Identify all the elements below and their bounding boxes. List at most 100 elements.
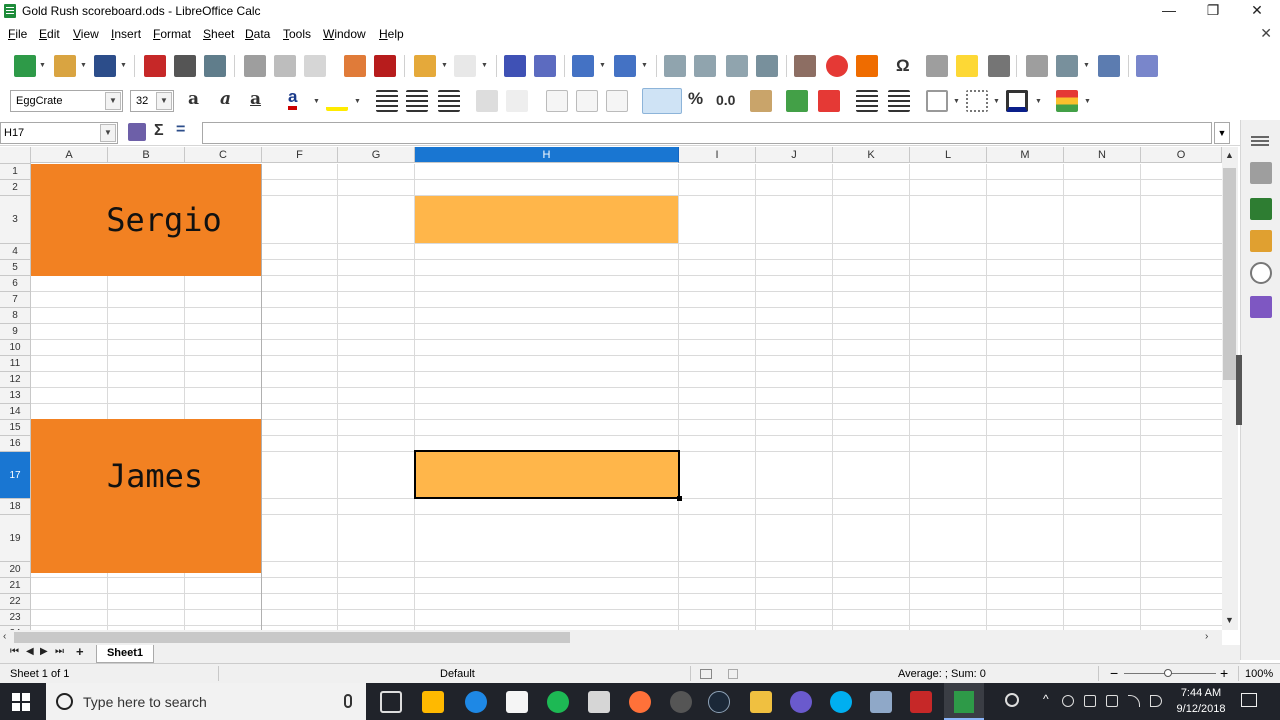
- align-center-icon[interactable]: [406, 90, 428, 112]
- row-header-19[interactable]: 19: [0, 515, 31, 562]
- column-header-f[interactable]: F: [262, 147, 338, 163]
- insert-chart-icon[interactable]: [826, 55, 848, 77]
- chevron-down-icon[interactable]: ▼: [105, 92, 121, 110]
- row-header-6[interactable]: 6: [0, 276, 31, 292]
- pivot-table-icon[interactable]: [856, 55, 878, 77]
- scroll-left-icon[interactable]: ‹: [3, 631, 6, 642]
- spelling-icon[interactable]: [534, 55, 556, 77]
- conditional-format-icon[interactable]: [1056, 90, 1078, 112]
- selection-mode-icon[interactable]: [700, 669, 712, 679]
- spotify-icon[interactable]: [547, 691, 569, 713]
- align-bottom-icon[interactable]: [606, 90, 628, 112]
- row-header-14[interactable]: 14: [0, 404, 31, 420]
- copy-icon[interactable]: [274, 55, 296, 77]
- task-view-icon[interactable]: [380, 691, 402, 713]
- column-header-i[interactable]: I: [679, 147, 756, 163]
- dropbox-icon[interactable]: [1084, 695, 1096, 707]
- zoom-level[interactable]: 100%: [1245, 668, 1273, 680]
- file-explorer-icon[interactable]: [750, 691, 772, 713]
- network-device-icon[interactable]: [1106, 695, 1118, 707]
- row-header-13[interactable]: 13: [0, 388, 31, 404]
- chevron-down-icon[interactable]: ▼: [39, 62, 46, 69]
- windows-start-icon[interactable]: [12, 693, 30, 711]
- volume-icon[interactable]: [1150, 695, 1162, 707]
- column-header-n[interactable]: N: [1064, 147, 1141, 163]
- score-cell-h3[interactable]: [415, 196, 678, 243]
- find-replace-icon[interactable]: [504, 55, 526, 77]
- sort-descending-icon[interactable]: [694, 55, 716, 77]
- chevron-down-icon[interactable]: ▼: [156, 92, 172, 110]
- close-button[interactable]: ✕: [1234, 0, 1280, 22]
- row-header-21[interactable]: 21: [0, 578, 31, 594]
- chevron-down-icon[interactable]: ▼: [100, 124, 116, 142]
- font-name-combo[interactable]: EggCrate ▼: [10, 90, 123, 112]
- row-header-9[interactable]: 9: [0, 324, 31, 340]
- font-size-combo[interactable]: 32 ▼: [130, 90, 174, 112]
- align-top-icon[interactable]: [546, 90, 568, 112]
- headers-footers-icon[interactable]: [988, 55, 1010, 77]
- autofilter-icon[interactable]: [756, 55, 778, 77]
- row-header-20[interactable]: 20: [0, 562, 31, 578]
- firefox-icon[interactable]: [629, 691, 651, 713]
- new-document-icon[interactable]: [14, 55, 36, 77]
- scroll-right-icon[interactable]: ›: [1205, 631, 1208, 642]
- add-decimal-place-icon[interactable]: [786, 90, 808, 112]
- chevron-down-icon[interactable]: ▼: [313, 98, 320, 105]
- chevron-down-icon[interactable]: ▼: [599, 62, 606, 69]
- chevron-down-icon[interactable]: ▼: [481, 62, 488, 69]
- row-header-1[interactable]: 1: [0, 164, 31, 180]
- font-color-icon[interactable]: a: [288, 88, 298, 110]
- navigator-icon[interactable]: [1250, 262, 1272, 284]
- zoom-in-button[interactable]: +: [1220, 665, 1228, 681]
- currency-format-button[interactable]: [642, 88, 682, 114]
- column-header-m[interactable]: M: [987, 147, 1064, 163]
- comment-icon[interactable]: [956, 55, 978, 77]
- export-pdf-icon[interactable]: [144, 55, 166, 77]
- menu-tools[interactable]: Tools: [283, 27, 311, 41]
- merge-center-icon[interactable]: [506, 90, 528, 112]
- sort-icon[interactable]: [726, 55, 748, 77]
- row-header-7[interactable]: 7: [0, 292, 31, 308]
- row-icon[interactable]: [572, 55, 594, 77]
- column-header-h[interactable]: H: [415, 147, 679, 163]
- menu-file[interactable]: File: [8, 27, 27, 41]
- italic-icon[interactable]: a: [220, 89, 231, 109]
- chevron-down-icon[interactable]: ▼: [1083, 62, 1090, 69]
- row-header-23[interactable]: 23: [0, 610, 31, 626]
- chevron-down-icon[interactable]: ▼: [1084, 98, 1091, 105]
- functions-icon[interactable]: [1250, 296, 1272, 318]
- row-header-11[interactable]: 11: [0, 356, 31, 372]
- store-icon[interactable]: [422, 691, 444, 713]
- row-header-22[interactable]: 22: [0, 594, 31, 610]
- column-header-g[interactable]: G: [338, 147, 415, 163]
- column-header-l[interactable]: L: [910, 147, 987, 163]
- save-icon[interactable]: [94, 55, 116, 77]
- minimize-button[interactable]: —: [1146, 0, 1192, 22]
- microphone-icon[interactable]: [344, 694, 352, 708]
- notifications-icon[interactable]: [1241, 693, 1257, 707]
- chevron-down-icon[interactable]: ▼: [641, 62, 648, 69]
- function-wizard-icon[interactable]: [128, 123, 146, 141]
- clone-formatting-icon[interactable]: [344, 55, 366, 77]
- menu-format[interactable]: Format: [153, 27, 191, 41]
- row-header-5[interactable]: 5: [0, 260, 31, 276]
- increase-indent-icon[interactable]: [856, 90, 878, 112]
- next-sheet-icon[interactable]: ▶: [40, 646, 48, 657]
- vertical-scroll-thumb[interactable]: [1223, 168, 1236, 380]
- date-format-icon[interactable]: [750, 90, 772, 112]
- row-header-2[interactable]: 2: [0, 180, 31, 196]
- sum-icon[interactable]: Σ: [154, 122, 164, 140]
- sheet-tab-sheet1[interactable]: Sheet1: [96, 645, 154, 663]
- people-icon[interactable]: [1005, 693, 1019, 707]
- edge-icon[interactable]: [465, 691, 487, 713]
- chevron-down-icon[interactable]: ▼: [80, 62, 87, 69]
- clear-formatting-icon[interactable]: [374, 55, 396, 77]
- border-color-icon[interactable]: [1006, 90, 1028, 112]
- menu-view[interactable]: View: [73, 27, 99, 41]
- taskbar-search-box[interactable]: Type here to search: [46, 683, 366, 720]
- align-right-icon[interactable]: [438, 90, 460, 112]
- close-document-icon[interactable]: ✕: [1260, 25, 1272, 42]
- percent-format-icon[interactable]: %: [688, 89, 703, 109]
- column-header-o[interactable]: O: [1141, 147, 1222, 163]
- print-preview-icon[interactable]: [204, 55, 226, 77]
